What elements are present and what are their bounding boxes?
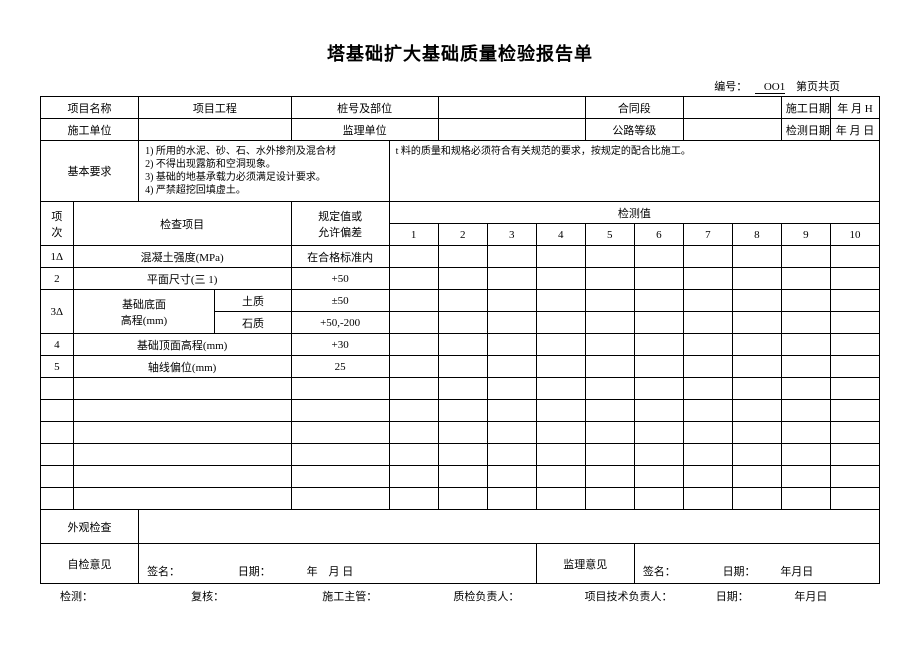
project-name-label: 项目名称 bbox=[41, 97, 139, 119]
table-row bbox=[41, 400, 880, 422]
footer-date: 日期： bbox=[716, 588, 795, 604]
check-item-header: 检查项目 bbox=[73, 202, 291, 246]
basic-req-left: 1) 所用的水泥、砂、石、水外掺剂及混合材 2) 不得出现露筋和空洞现象。 3)… bbox=[139, 141, 390, 202]
self-opinion-label: 自检意见 bbox=[41, 544, 139, 584]
row-item: 基础顶面高程(mm) bbox=[73, 334, 291, 356]
table-row: 基本要求 1) 所用的水泥、砂、石、水外掺剂及混合材 2) 不得出现露筋和空洞现… bbox=[41, 141, 880, 202]
self-opinion-sign: 签名： 日期： 年 月 日 bbox=[139, 544, 537, 584]
table-row: 项目名称 项目工程 桩号及部位 合同段 施工日期 年 月 H bbox=[41, 97, 880, 119]
row-item: 基础底面 高程(mm) bbox=[73, 290, 215, 334]
table-row bbox=[41, 466, 880, 488]
footer-tech: 项目技术负责人： bbox=[585, 588, 716, 604]
footer-date-val: 年月日 bbox=[794, 588, 860, 604]
col-num: 5 bbox=[585, 224, 634, 246]
construct-date-label: 施工日期 bbox=[781, 97, 830, 119]
construct-unit-label: 施工单位 bbox=[41, 119, 139, 141]
inspection-form: 项目名称 项目工程 桩号及部位 合同段 施工日期 年 月 H 施工单位 监理单位… bbox=[40, 96, 880, 584]
table-row bbox=[41, 378, 880, 400]
row-spec: 25 bbox=[291, 356, 389, 378]
id-value: OO1 bbox=[755, 81, 785, 94]
row-no: 2 bbox=[41, 268, 74, 290]
row-item: 平面尺寸(三 1) bbox=[73, 268, 291, 290]
row-no: 4 bbox=[41, 334, 74, 356]
table-row: 4 基础顶面高程(mm) +30 bbox=[41, 334, 880, 356]
seq-header: 项 次 bbox=[41, 202, 74, 246]
footer-construct-mgr: 施工主管： bbox=[322, 588, 453, 604]
footer-check: 检测： bbox=[60, 588, 191, 604]
table-row: 1Δ 混凝土强度(MPa) 在合格标准内 bbox=[41, 246, 880, 268]
spec-header: 规定值或 允许偏差 bbox=[291, 202, 389, 246]
supervise-opinion-sign: 签名： 日期： 年月日 bbox=[634, 544, 879, 584]
blank-cell bbox=[683, 97, 781, 119]
row-sub: 石质 bbox=[215, 312, 291, 334]
row-spec: ±50 bbox=[291, 290, 389, 312]
basic-req-label: 基本要求 bbox=[41, 141, 139, 202]
row-spec: +50 bbox=[291, 268, 389, 290]
col-num: 4 bbox=[536, 224, 585, 246]
pile-pos-label: 桩号及部位 bbox=[291, 97, 438, 119]
col-num: 1 bbox=[389, 224, 438, 246]
contract-label: 合同段 bbox=[585, 97, 683, 119]
col-num: 9 bbox=[781, 224, 830, 246]
row-spec: +30 bbox=[291, 334, 389, 356]
row-no: 1Δ bbox=[41, 246, 74, 268]
footer-row: 检测： 复核： 施工主管： 质检负责人： 项目技术负责人： 日期： 年月日 bbox=[40, 588, 880, 604]
table-row bbox=[41, 422, 880, 444]
col-num: 6 bbox=[634, 224, 683, 246]
table-row: 施工单位 监理单位 公路等级 检测日期 年 月 日 bbox=[41, 119, 880, 141]
row-item: 混凝土强度(MPa) bbox=[73, 246, 291, 268]
basic-req-right: t 料的质量和规格必须符合有关规范的要求，按规定的配合比施工。 bbox=[389, 141, 879, 202]
table-row: 项 次 检查项目 规定值或 允许偏差 检测值 bbox=[41, 202, 880, 224]
table-row: 外观检查 bbox=[41, 510, 880, 544]
supervise-opinion-label: 监理意见 bbox=[536, 544, 634, 584]
date-value: 年 月 H bbox=[830, 97, 879, 119]
row-sub: 土质 bbox=[215, 290, 291, 312]
col-num: 7 bbox=[683, 224, 732, 246]
supervise-unit-label: 监理单位 bbox=[291, 119, 438, 141]
footer-review: 复核： bbox=[191, 588, 322, 604]
page-label: 第页共页 bbox=[796, 81, 840, 93]
table-row: 2 平面尺寸(三 1) +50 bbox=[41, 268, 880, 290]
test-date-label: 检测日期 bbox=[781, 119, 830, 141]
row-no: 5 bbox=[41, 356, 74, 378]
blank-cell bbox=[438, 97, 585, 119]
table-row: 5 轴线偏位(mm) 25 bbox=[41, 356, 880, 378]
blank-cell bbox=[139, 119, 292, 141]
row-spec: +50,-200 bbox=[291, 312, 389, 334]
table-row bbox=[41, 488, 880, 510]
col-num: 10 bbox=[830, 224, 879, 246]
col-num: 2 bbox=[438, 224, 487, 246]
col-num: 8 bbox=[732, 224, 781, 246]
road-grade-label: 公路等级 bbox=[585, 119, 683, 141]
project-eng-label: 项目工程 bbox=[139, 97, 292, 119]
id-label: 编号： bbox=[714, 81, 747, 93]
blank-cell bbox=[683, 119, 781, 141]
date-value: 年 月 日 bbox=[830, 119, 879, 141]
row-spec: 在合格标准内 bbox=[291, 246, 389, 268]
row-no: 3Δ bbox=[41, 290, 74, 334]
vals-header: 检测值 bbox=[389, 202, 879, 224]
table-row: 3Δ 基础底面 高程(mm) 土质 ±50 bbox=[41, 290, 880, 312]
blank-cell bbox=[139, 510, 880, 544]
table-row bbox=[41, 444, 880, 466]
footer-qc: 质检负责人： bbox=[453, 588, 584, 604]
col-num: 3 bbox=[487, 224, 536, 246]
table-row: 自检意见 签名： 日期： 年 月 日 监理意见 签名： 日期： 年月日 bbox=[41, 544, 880, 584]
report-title: 塔基础扩大基础质量检验报告单 bbox=[40, 40, 880, 66]
id-row: 编号： OO1 第页共页 bbox=[40, 78, 880, 94]
appearance-label: 外观检查 bbox=[41, 510, 139, 544]
row-item: 轴线偏位(mm) bbox=[73, 356, 291, 378]
blank-cell bbox=[438, 119, 585, 141]
